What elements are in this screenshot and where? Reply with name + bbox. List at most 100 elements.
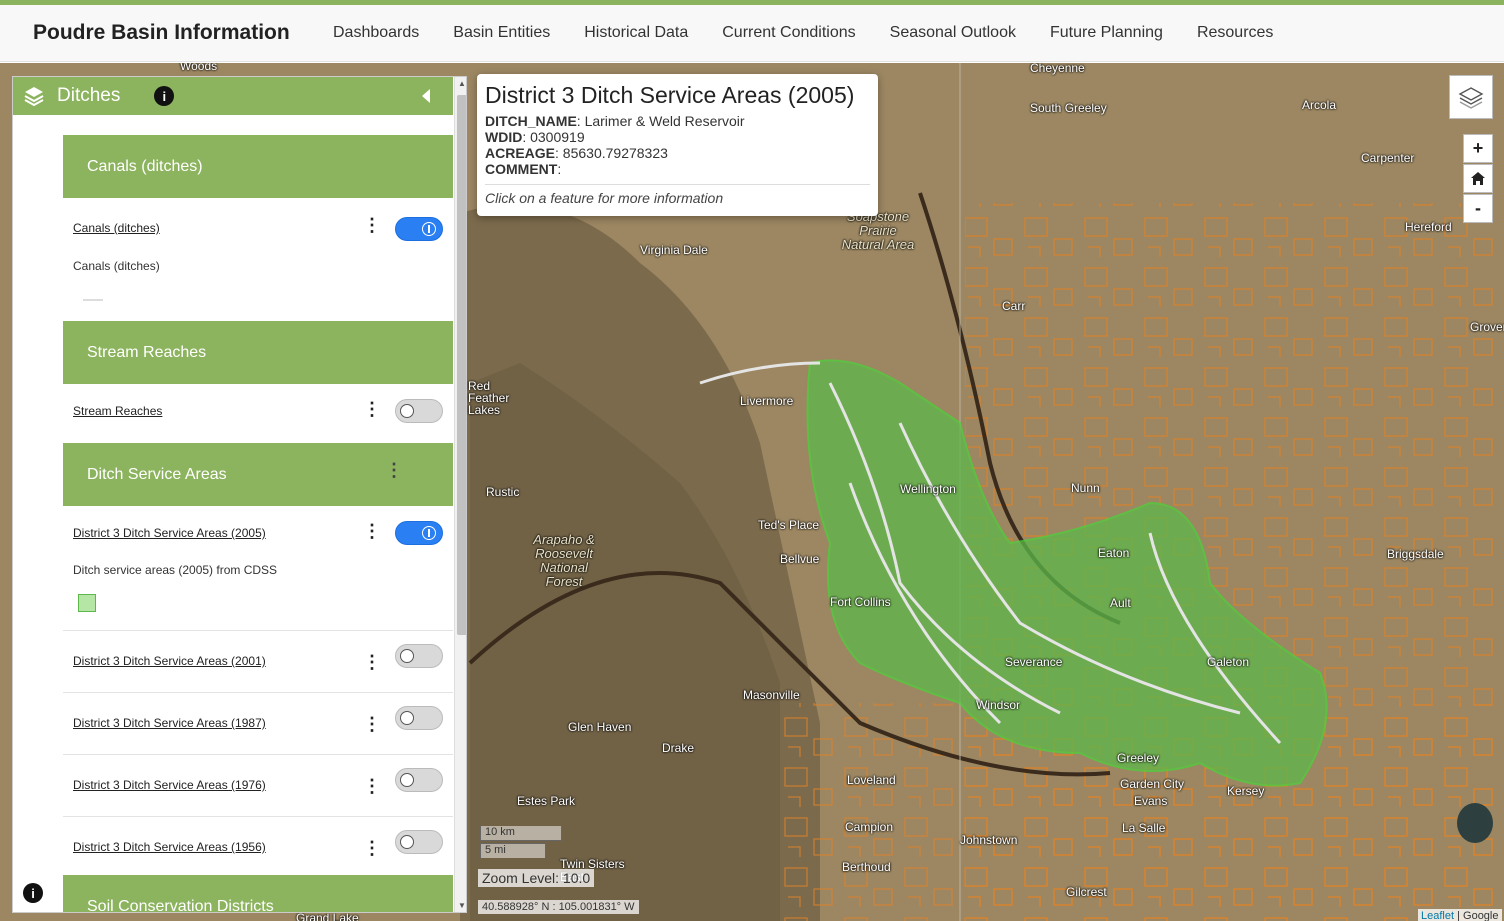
layer-toggle-dsa-2005[interactable] [395, 521, 443, 545]
google-attribution: Google [1463, 910, 1499, 921]
nav-historical-data[interactable]: Historical Data [584, 24, 688, 42]
map-label: Masonville [743, 688, 800, 702]
sidebar-scrollbar[interactable]: ▲ ▼ [454, 77, 466, 912]
map-label: Severance [1005, 655, 1063, 669]
zoom-out-button[interactable]: - [1463, 194, 1493, 223]
map-label: South Greeley [1030, 101, 1107, 115]
layers-icon [24, 87, 44, 107]
layer-item-dsa-1976: District 3 Ditch Service Areas (1976) ⋮ [63, 755, 453, 817]
map-label: Hereford [1405, 220, 1452, 234]
layer-name-link[interactable]: District 3 Ditch Service Areas (2001) [73, 654, 266, 668]
layer-menu-icon[interactable]: ⋮ [363, 771, 381, 801]
layer-name-link[interactable]: District 3 Ditch Service Areas (2005) [73, 526, 266, 540]
layer-toggle-stream-reaches[interactable] [395, 399, 443, 423]
group-header-stream-reaches[interactable]: Stream Reaches [63, 321, 453, 384]
layer-toggle-dsa-1987[interactable] [395, 706, 443, 730]
layer-toggle-dsa-2001[interactable] [395, 644, 443, 668]
map-label: Red Feather Lakes [468, 379, 510, 417]
home-icon [1471, 172, 1485, 185]
legend-fill-swatch [78, 594, 96, 612]
scale-bar-mi: 5 mi [480, 843, 546, 858]
map-attribution: Leaflet | Google [1418, 909, 1502, 921]
map-label: Berthoud [842, 860, 891, 874]
layer-toggle-canals[interactable] [395, 217, 443, 241]
brand-title[interactable]: Poudre Basin Information [33, 21, 333, 45]
layer-name-link[interactable]: District 3 Ditch Service Areas (1976) [73, 778, 266, 792]
popup-field-ditch-name: DITCH_NAME: Larimer & Weld Reservoir [485, 113, 745, 129]
toggle-knob [400, 773, 414, 787]
layer-menu-icon[interactable]: ⋮ [363, 516, 381, 546]
map-label: Galeton [1207, 655, 1250, 669]
group-menu-icon[interactable]: ⋮ [385, 460, 403, 481]
layer-name-link[interactable]: District 3 Ditch Service Areas (1956) [73, 840, 266, 854]
layer-menu-icon[interactable]: ⋮ [363, 833, 381, 863]
home-button[interactable] [1463, 164, 1493, 193]
field-value: Larimer & Weld Reservoir [584, 113, 745, 129]
nav-resources[interactable]: Resources [1197, 24, 1273, 42]
group-header-label: Ditch Service Areas [87, 465, 227, 483]
scroll-up-icon[interactable]: ▲ [458, 79, 466, 88]
attribution-separator: | [1454, 910, 1464, 921]
nav-dashboards[interactable]: Dashboards [333, 24, 419, 42]
layer-description: Canals (ditches) [73, 259, 160, 273]
layer-name-link[interactable]: District 3 Ditch Service Areas (1987) [73, 716, 266, 730]
feature-popup: District 3 Ditch Service Areas (2005) DI… [477, 74, 878, 216]
layer-menu-icon[interactable]: ⋮ [363, 210, 381, 240]
map-label: Fort Collins [830, 595, 891, 609]
layer-name-link[interactable]: Stream Reaches [73, 404, 162, 418]
layer-item-canals: Canals (ditches) ⋮ Canals (ditches) [63, 198, 453, 321]
group-header-soil-conservation[interactable]: Soil Conservation Districts [63, 875, 453, 912]
map-label: Drake [662, 741, 695, 755]
map-label: Arcola [1302, 98, 1337, 112]
popup-divider [485, 184, 870, 185]
leaflet-attribution-link[interactable]: Leaflet [1421, 910, 1454, 921]
toggle-knob [400, 404, 414, 418]
layers-icon [1458, 87, 1484, 109]
map-label: Nunn [1071, 481, 1100, 495]
info-icon[interactable]: i [23, 883, 43, 903]
scrollbar-thumb[interactable] [457, 95, 466, 635]
field-value: 0300919 [530, 129, 585, 145]
group-header-canals[interactable]: Canals (ditches) [63, 135, 453, 198]
map-label: Wellington [900, 482, 956, 496]
legend-line-swatch [83, 299, 103, 301]
map-label: Cheyenne [1030, 63, 1085, 75]
nav-current-conditions[interactable]: Current Conditions [722, 24, 855, 42]
field-key: WDID [485, 129, 523, 145]
layer-toggle-dsa-1956[interactable] [395, 830, 443, 854]
map-label: Virginia Dale [640, 243, 708, 257]
info-icon[interactable]: i [154, 86, 175, 106]
layer-menu-icon[interactable]: ⋮ [363, 394, 381, 424]
map-label: Ted's Place [758, 518, 819, 532]
map-label: Gilcrest [1066, 885, 1107, 899]
layer-toggle-dsa-1976[interactable] [395, 768, 443, 792]
map-label: La Salle [1122, 821, 1166, 835]
nav-seasonal-outlook[interactable]: Seasonal Outlook [890, 24, 1016, 42]
zoom-in-button[interactable]: + [1463, 134, 1493, 163]
layers-control-button[interactable] [1449, 75, 1493, 119]
collapse-sidebar-icon[interactable] [420, 88, 432, 104]
layer-menu-icon[interactable]: ⋮ [363, 647, 381, 677]
zoom-level-label: Zoom Level: 10.0 [478, 869, 595, 887]
layer-name-link[interactable]: Canals (ditches) [73, 221, 160, 235]
group-header-ditch-service-areas[interactable]: Ditch Service Areas ⋮ [63, 443, 453, 506]
popup-field-wdid: WDID: 0300919 [485, 129, 585, 145]
nav-basin-entities[interactable]: Basin Entities [453, 24, 550, 42]
map-label: Arapaho & Roosevelt National Forest [533, 532, 595, 589]
map-label: Ault [1110, 596, 1131, 610]
coordinates-readout: 40.588928° N : 105.001831° W [478, 900, 639, 914]
popup-field-acreage: ACREAGE: 85630.79278323 [485, 145, 668, 161]
field-key: ACREAGE [485, 145, 556, 161]
map-label: Briggsdale [1387, 547, 1444, 561]
map-label: Garden City [1120, 777, 1185, 791]
layer-item-dsa-1987: District 3 Ditch Service Areas (1987) ⋮ [63, 693, 453, 755]
map-label: Greeley [1117, 751, 1160, 765]
layer-menu-icon[interactable]: ⋮ [363, 709, 381, 739]
layer-item-dsa-2001: District 3 Ditch Service Areas (2001) ⋮ [63, 631, 453, 693]
nav-future-planning[interactable]: Future Planning [1050, 24, 1163, 42]
layer-description: Ditch service areas (2005) from CDSS [73, 563, 278, 577]
field-value: 85630.79278323 [562, 145, 668, 161]
map-label: Soapstone Prairie Natural Area [841, 209, 915, 252]
toggle-knob [400, 711, 414, 725]
scroll-down-icon[interactable]: ▼ [458, 901, 466, 910]
